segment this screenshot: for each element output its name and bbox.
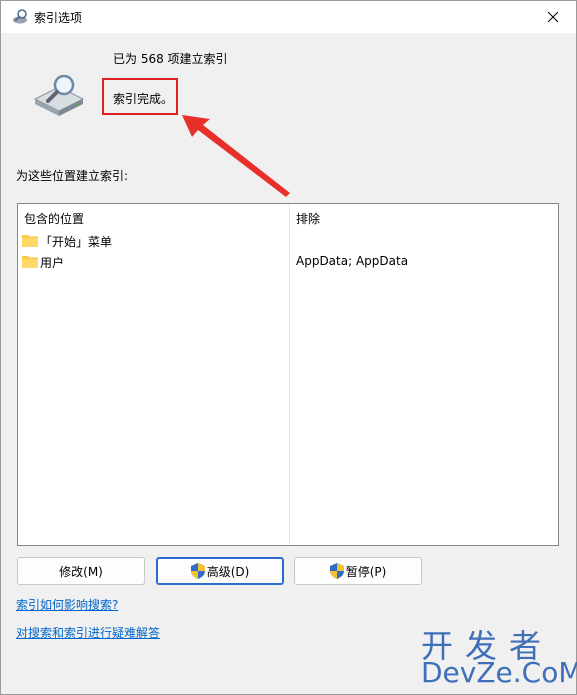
- modify-button[interactable]: 修改(M): [17, 557, 145, 585]
- advanced-button[interactable]: 高级(D): [156, 557, 284, 585]
- close-button[interactable]: [530, 1, 576, 33]
- locations-section-label: 为这些位置建立索引:: [16, 169, 129, 183]
- location-name: 用户: [40, 256, 65, 270]
- drive-search-icon: [33, 74, 85, 116]
- location-name: 「开始」菜单: [40, 235, 113, 249]
- list-item[interactable]: 用户 AppData; AppData: [18, 251, 558, 272]
- column-header-included[interactable]: 包含的位置: [24, 210, 84, 227]
- indexing-options-window: 索引选项 已为 568 项建立索引 索引完成。 为这些位置建立索引: 包含的位置…: [0, 0, 577, 695]
- window-title: 索引选项: [34, 11, 83, 25]
- indexing-app-icon: [13, 9, 27, 24]
- pause-button-label: 暂停(P): [345, 564, 387, 579]
- close-icon: [547, 11, 559, 23]
- modify-button-label: 修改(M): [59, 564, 103, 579]
- annotation-arrow-icon: [182, 115, 290, 197]
- folder-icon: [22, 235, 38, 247]
- uac-shield-icon: [190, 563, 205, 579]
- location-exclusions: AppData; AppData: [296, 254, 409, 268]
- uac-shield-icon: [329, 563, 344, 579]
- how-indexing-affects-search-link[interactable]: 索引如何影响搜索?: [16, 596, 118, 613]
- indexed-count-text: 已为 568 项建立索引: [113, 52, 228, 66]
- annotation-highlight-box: [102, 78, 178, 115]
- troubleshoot-search-link[interactable]: 对搜索和索引进行疑难解答: [16, 624, 160, 641]
- list-item[interactable]: 「开始」菜单: [18, 230, 558, 251]
- indexed-locations-list[interactable]: 包含的位置 排除 「开始」菜单 用户 AppData; AppData: [17, 203, 559, 546]
- title-bar: 索引选项: [1, 1, 576, 33]
- column-header-excluded[interactable]: 排除: [296, 210, 320, 227]
- advanced-button-label: 高级(D): [206, 564, 250, 579]
- watermark-bottom: DevZe.CoM: [421, 656, 577, 689]
- folder-icon: [22, 256, 38, 268]
- pause-button[interactable]: 暂停(P): [294, 557, 422, 585]
